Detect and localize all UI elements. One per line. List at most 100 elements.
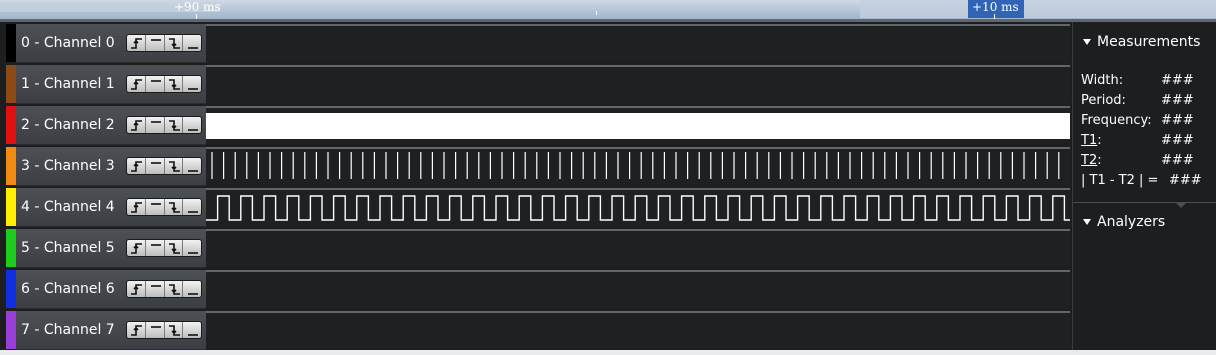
rising-edge-trigger-button[interactable] bbox=[127, 117, 146, 133]
channel-waveform[interactable] bbox=[206, 270, 1070, 308]
waveform-trace bbox=[206, 272, 1070, 308]
channel-waveform[interactable] bbox=[206, 229, 1070, 267]
measurement-row: Period: ### bbox=[1081, 93, 1211, 111]
high-level-trigger-button[interactable] bbox=[146, 281, 165, 297]
trigger-button-group bbox=[126, 280, 202, 298]
ruler-label-right: +10 ms bbox=[972, 0, 1019, 14]
channel-name[interactable]: 4 - Channel 4 bbox=[21, 199, 115, 215]
low-level-trigger-button[interactable] bbox=[183, 117, 201, 133]
channel-label-panel[interactable]: 3 - Channel 3 bbox=[16, 147, 206, 186]
channel-label-panel[interactable]: 0 - Channel 0 bbox=[16, 24, 206, 63]
channel-label-panel[interactable]: 6 - Channel 6 bbox=[16, 270, 206, 309]
channel-color-swatch[interactable] bbox=[6, 270, 16, 308]
falling-edge-trigger-button[interactable] bbox=[165, 35, 184, 51]
measurement-row: | T1 - T2 | = ### bbox=[1081, 173, 1211, 191]
high-level-trigger-button[interactable] bbox=[146, 35, 165, 51]
low-level-icon bbox=[188, 293, 199, 295]
waveform-trace bbox=[206, 231, 1070, 267]
channel-color-swatch[interactable] bbox=[6, 106, 16, 144]
channel-name[interactable]: 1 - Channel 1 bbox=[21, 76, 115, 92]
measurement-label-t1[interactable]: T1: bbox=[1081, 133, 1102, 148]
measurements-header[interactable]: Measurements bbox=[1083, 34, 1200, 50]
channel-color-swatch[interactable] bbox=[6, 65, 16, 103]
rising-edge-trigger-button[interactable] bbox=[127, 76, 146, 92]
channel-name[interactable]: 0 - Channel 0 bbox=[21, 35, 115, 51]
channel-label-panel[interactable]: 1 - Channel 1 bbox=[16, 65, 206, 104]
low-level-trigger-button[interactable] bbox=[183, 35, 201, 51]
channel-name[interactable]: 5 - Channel 5 bbox=[21, 240, 115, 256]
channel-label-panel[interactable]: 4 - Channel 4 bbox=[16, 188, 206, 227]
ruler-label-left: +90 ms bbox=[174, 0, 221, 14]
falling-edge-icon bbox=[168, 120, 180, 131]
falling-edge-trigger-button[interactable] bbox=[165, 117, 184, 133]
channel-row: 4 - Channel 4 bbox=[0, 186, 1072, 227]
falling-edge-trigger-button[interactable] bbox=[165, 322, 184, 338]
rising-edge-icon bbox=[131, 161, 142, 172]
channel-color-swatch[interactable] bbox=[6, 229, 16, 267]
measurement-value: ### bbox=[1161, 113, 1194, 128]
channel-color-swatch[interactable] bbox=[6, 147, 16, 185]
collapse-triangle-icon[interactable] bbox=[1083, 219, 1091, 225]
high-level-icon bbox=[150, 285, 161, 287]
channel-label-panel[interactable]: 5 - Channel 5 bbox=[16, 229, 206, 268]
measurements-title: Measurements bbox=[1097, 34, 1201, 50]
analyzers-header[interactable]: Analyzers bbox=[1083, 214, 1165, 230]
channel-waveform[interactable] bbox=[206, 311, 1070, 349]
channel-label-panel[interactable]: 2 - Channel 2 bbox=[16, 106, 206, 145]
channel-row: 1 - Channel 1 bbox=[0, 63, 1072, 104]
low-level-trigger-button[interactable] bbox=[183, 158, 201, 174]
channel-color-swatch[interactable] bbox=[6, 24, 16, 62]
channel-waveform[interactable] bbox=[206, 24, 1070, 62]
waveform-square bbox=[206, 195, 1070, 221]
rising-edge-trigger-button[interactable] bbox=[127, 322, 146, 338]
high-level-trigger-button[interactable] bbox=[146, 158, 165, 174]
ruler-background-blur bbox=[860, 0, 1216, 18]
rising-edge-icon bbox=[131, 325, 142, 336]
rising-edge-trigger-button[interactable] bbox=[127, 158, 146, 174]
rising-edge-trigger-button[interactable] bbox=[127, 35, 146, 51]
rising-edge-trigger-button[interactable] bbox=[127, 199, 146, 215]
high-level-trigger-button[interactable] bbox=[146, 76, 165, 92]
falling-edge-trigger-button[interactable] bbox=[165, 240, 184, 256]
measurement-value: ### bbox=[1161, 73, 1194, 88]
bottom-strip bbox=[0, 350, 1216, 355]
channel-color-swatch[interactable] bbox=[6, 188, 16, 226]
low-level-trigger-button[interactable] bbox=[183, 76, 201, 92]
t2-link[interactable]: T2 bbox=[1081, 153, 1097, 168]
channel-name[interactable]: 2 - Channel 2 bbox=[21, 117, 115, 133]
high-level-trigger-button[interactable] bbox=[146, 117, 165, 133]
high-level-trigger-button[interactable] bbox=[146, 240, 165, 256]
time-ruler[interactable]: +90 ms +10 ms bbox=[0, 0, 1216, 22]
collapse-triangle-icon[interactable] bbox=[1083, 39, 1091, 45]
channel-waveform[interactable] bbox=[206, 188, 1070, 226]
channel-name[interactable]: 3 - Channel 3 bbox=[21, 158, 115, 174]
falling-edge-trigger-button[interactable] bbox=[165, 199, 184, 215]
channel-name[interactable]: 7 - Channel 7 bbox=[21, 322, 115, 338]
channel-waveform[interactable] bbox=[206, 65, 1070, 103]
falling-edge-trigger-button[interactable] bbox=[165, 281, 184, 297]
low-level-trigger-button[interactable] bbox=[183, 199, 201, 215]
falling-edge-icon bbox=[168, 38, 180, 49]
low-level-trigger-button[interactable] bbox=[183, 240, 201, 256]
high-level-trigger-button[interactable] bbox=[146, 322, 165, 338]
rising-edge-icon bbox=[131, 38, 142, 49]
rising-edge-trigger-button[interactable] bbox=[127, 240, 146, 256]
channel-row: 5 - Channel 5 bbox=[0, 227, 1072, 268]
channel-label-panel[interactable]: 7 - Channel 7 bbox=[16, 311, 206, 350]
falling-edge-trigger-button[interactable] bbox=[165, 158, 184, 174]
low-level-icon bbox=[188, 334, 199, 336]
falling-edge-trigger-button[interactable] bbox=[165, 76, 184, 92]
channel-list: 0 - Channel 0 1 - Channel 1 2 - Channel … bbox=[0, 22, 1072, 350]
channel-name[interactable]: 6 - Channel 6 bbox=[21, 281, 115, 297]
measurement-label-t2[interactable]: T2: bbox=[1081, 153, 1102, 168]
t1-link[interactable]: T1 bbox=[1081, 133, 1097, 148]
low-level-trigger-button[interactable] bbox=[183, 281, 201, 297]
high-level-icon bbox=[150, 121, 161, 123]
channel-row: 2 - Channel 2 bbox=[0, 104, 1072, 145]
channel-waveform[interactable] bbox=[206, 147, 1070, 185]
channel-color-swatch[interactable] bbox=[6, 311, 16, 349]
channel-waveform[interactable] bbox=[206, 106, 1070, 144]
low-level-trigger-button[interactable] bbox=[183, 322, 201, 338]
rising-edge-trigger-button[interactable] bbox=[127, 281, 146, 297]
high-level-trigger-button[interactable] bbox=[146, 199, 165, 215]
